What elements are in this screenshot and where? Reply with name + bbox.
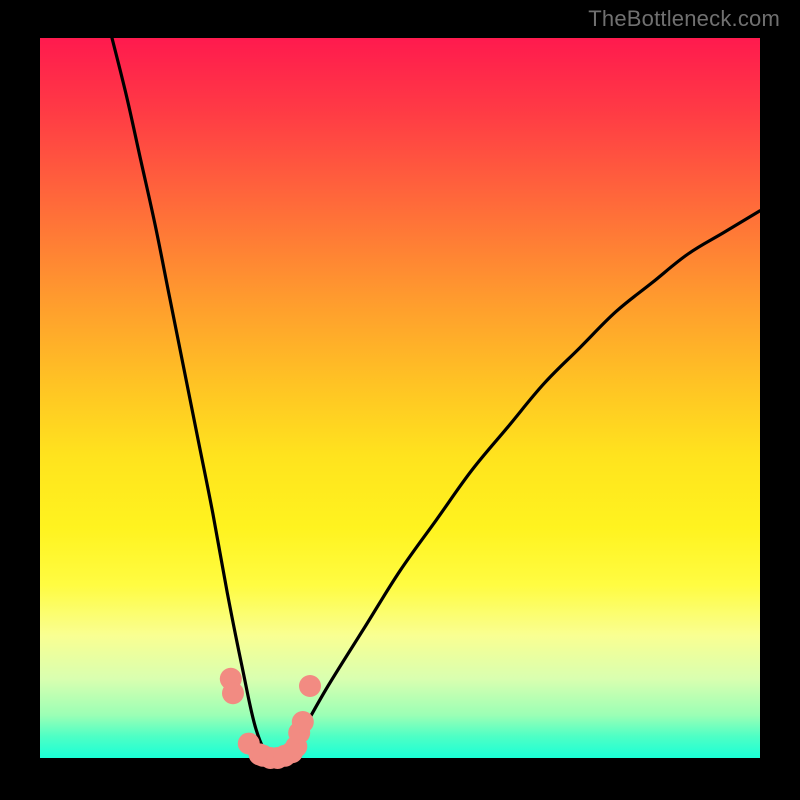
bottleneck-curve [40, 38, 760, 758]
chart-frame: TheBottleneck.com [0, 0, 800, 800]
data-marker [299, 675, 321, 697]
plot-area [40, 38, 760, 758]
watermark-label: TheBottleneck.com [588, 6, 780, 32]
data-marker [222, 682, 244, 704]
data-marker [292, 711, 314, 733]
